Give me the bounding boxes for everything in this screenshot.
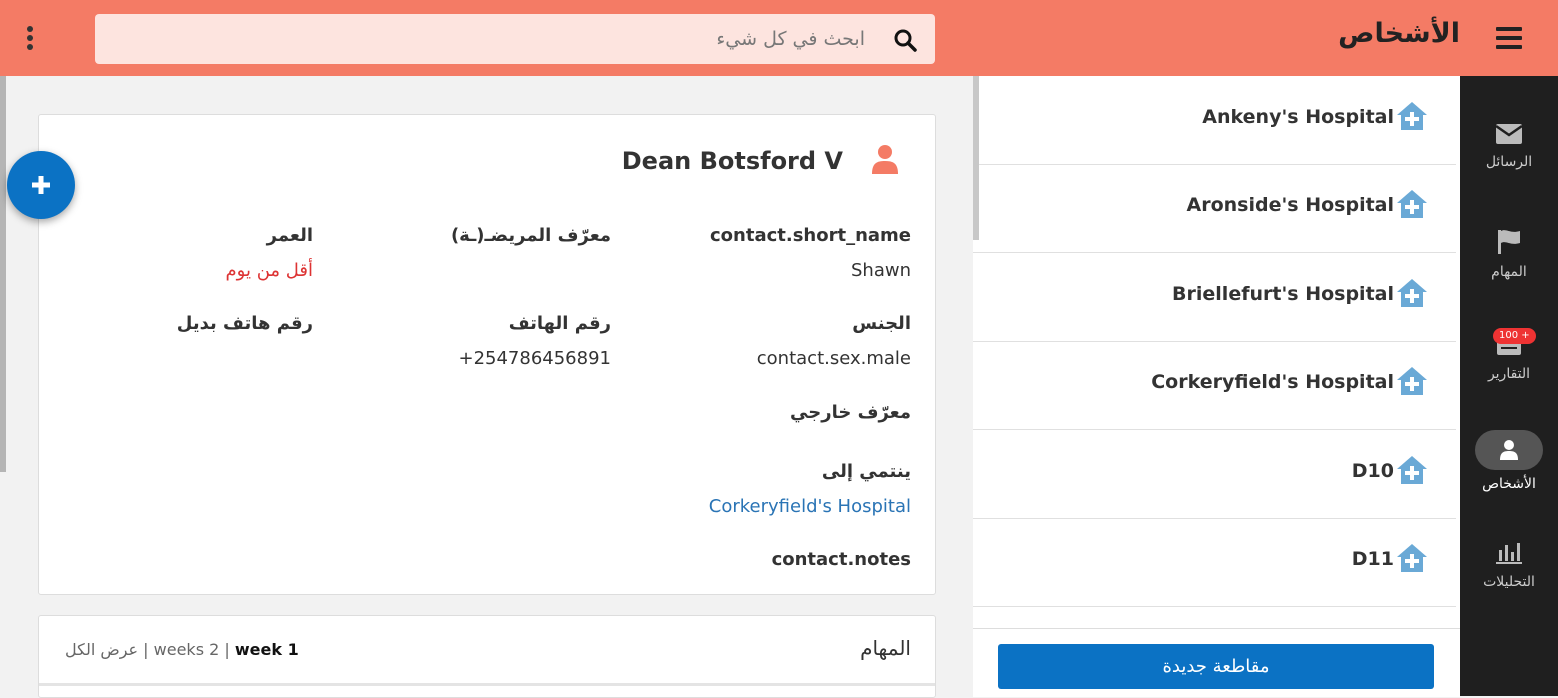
list-item[interactable]: D10 bbox=[973, 430, 1456, 519]
nav-item-people[interactable]: الأشخاص bbox=[1460, 430, 1558, 514]
hospital-icon bbox=[1397, 456, 1427, 484]
nav-item-reports[interactable]: 100 + التقارير bbox=[1460, 328, 1558, 416]
contact-name: Ankeny's Hospital bbox=[1202, 106, 1394, 128]
hospital-icon bbox=[1397, 102, 1427, 130]
new-action-button[interactable]: مقاطعة جديدة bbox=[998, 644, 1434, 689]
nav-label: الأشخاص bbox=[1482, 476, 1536, 492]
tasks-card: المهام عرض الكل | weeks 2 | week 1 bbox=[38, 615, 936, 698]
right-nav: الرسائل المهام 100 + التقارير الأشخاص ال… bbox=[1460, 76, 1558, 696]
contact-name: Corkeryfield's Hospital bbox=[1151, 371, 1394, 393]
reports-badge: 100 + bbox=[1493, 328, 1536, 344]
envelope-icon bbox=[1496, 124, 1522, 144]
contact-name: Briellefurt's Hospital bbox=[1172, 283, 1394, 305]
parent-link[interactable]: Corkeryfield's Hospital bbox=[709, 496, 911, 517]
app-header: الأشخاص bbox=[0, 0, 1558, 76]
contact-name: D10 bbox=[1351, 460, 1394, 482]
filter-separator: | bbox=[224, 640, 230, 659]
filter-weeks-2[interactable]: weeks 2 bbox=[154, 640, 220, 659]
list-item[interactable]: Corkeryfield's Hospital bbox=[973, 341, 1456, 430]
search-bar[interactable] bbox=[95, 14, 935, 64]
nav-label: التحليلات bbox=[1483, 574, 1535, 590]
flag-icon bbox=[1498, 230, 1520, 254]
patient-id-label: معرّف المريضـ(ـة) bbox=[450, 225, 611, 246]
divider bbox=[39, 683, 935, 686]
list-item[interactable]: Briellefurt's Hospital bbox=[973, 253, 1456, 342]
active-indicator bbox=[1475, 430, 1543, 470]
search-icon[interactable] bbox=[893, 28, 917, 52]
alt-phone-label: رقم هاتف بديل bbox=[176, 313, 313, 334]
sex-label: الجنس bbox=[852, 313, 911, 334]
person-icon bbox=[1500, 440, 1518, 460]
list-item[interactable]: Ankeny's Hospital bbox=[973, 76, 1456, 165]
overflow-menu-icon[interactable] bbox=[24, 26, 36, 52]
person-detail-card: Dean Botsford V contact.short_name Shawn… bbox=[38, 114, 936, 595]
person-name: Dean Botsford V bbox=[621, 147, 843, 175]
hospital-icon bbox=[1397, 544, 1427, 572]
sex-value: contact.sex.male bbox=[756, 348, 911, 369]
list-item[interactable]: Aronside's Hospital bbox=[973, 164, 1456, 253]
nav-item-tasks[interactable]: المهام bbox=[1460, 228, 1558, 312]
content-scrollbar[interactable] bbox=[0, 76, 6, 472]
hospital-icon bbox=[1397, 279, 1427, 307]
contact-name: Aronside's Hospital bbox=[1186, 194, 1395, 216]
hospital-icon bbox=[1397, 367, 1427, 395]
add-fab-button[interactable] bbox=[7, 151, 75, 219]
filter-all[interactable]: عرض الكل bbox=[65, 640, 138, 659]
list-item[interactable]: D11 bbox=[973, 518, 1456, 607]
parent-label: ينتمي إلى bbox=[821, 461, 911, 482]
age-value: أقل من يوم bbox=[225, 260, 313, 281]
tasks-title: المهام bbox=[860, 636, 911, 660]
nav-item-messages[interactable]: الرسائل bbox=[1460, 124, 1558, 208]
notes-label: contact.notes bbox=[771, 549, 911, 570]
bar-chart-icon bbox=[1496, 543, 1522, 564]
tasks-filter: عرض الكل | weeks 2 | week 1 bbox=[65, 640, 299, 659]
person-icon bbox=[872, 145, 898, 174]
page-title: الأشخاص bbox=[1338, 18, 1460, 49]
filter-week-1[interactable]: week 1 bbox=[235, 640, 299, 659]
filter-separator: | bbox=[143, 640, 149, 659]
short-name-label: contact.short_name bbox=[709, 225, 911, 246]
short-name-value: Shawn bbox=[851, 260, 911, 281]
hospital-icon bbox=[1397, 190, 1427, 218]
contact-name: D11 bbox=[1351, 548, 1394, 570]
nav-label: المهام bbox=[1491, 264, 1527, 280]
plus-icon bbox=[32, 176, 50, 194]
list-footer: مقاطعة جديدة bbox=[973, 628, 1460, 697]
contacts-list: Ankeny's Hospital Aronside's Hospital Br… bbox=[973, 76, 1460, 628]
age-label: العمر bbox=[266, 225, 313, 246]
nav-label: الرسائل bbox=[1485, 154, 1533, 170]
phone-label: رقم الهاتف bbox=[508, 313, 611, 334]
list-scrollbar[interactable] bbox=[973, 76, 979, 240]
nav-label: التقارير bbox=[1487, 366, 1531, 382]
external-id-label: معرّف خارجي bbox=[790, 402, 911, 423]
search-input[interactable] bbox=[95, 14, 927, 64]
nav-item-analytics[interactable]: التحليلات bbox=[1460, 542, 1558, 626]
hamburger-menu-icon[interactable] bbox=[1496, 27, 1522, 49]
phone-value: +254786456891 bbox=[458, 348, 611, 369]
